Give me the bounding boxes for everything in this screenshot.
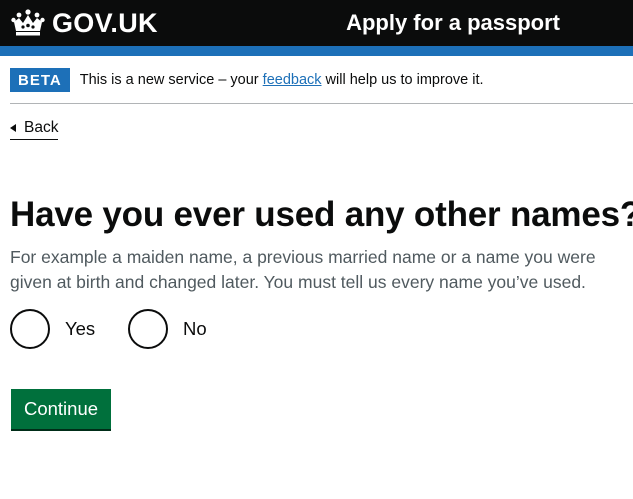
- phase-banner: BETA This is a new service – your feedba…: [10, 56, 633, 104]
- page-title: Have you ever used any other names?: [10, 195, 633, 234]
- feedback-link[interactable]: feedback: [263, 72, 322, 88]
- beta-tag: BETA: [10, 67, 70, 92]
- chevron-left-icon: [10, 124, 16, 132]
- site-header: GOV.UK Apply for a passport: [0, 0, 633, 46]
- radio-label-yes[interactable]: Yes: [65, 317, 95, 341]
- continue-button[interactable]: Continue: [11, 389, 111, 429]
- hint-text: For example a maiden name, a previous ma…: [10, 247, 596, 292]
- crown-icon: [10, 8, 46, 38]
- radio-button-no[interactable]: [128, 309, 168, 349]
- service-name-link[interactable]: Apply for a passport: [346, 9, 560, 37]
- radio-option-no[interactable]: No: [128, 309, 207, 349]
- govuk-logo-link[interactable]: GOV.UK: [10, 7, 158, 39]
- phase-text-before: This is a new service – your: [79, 71, 263, 88]
- back-link-label: Back: [24, 119, 59, 136]
- radio-button-yes[interactable]: [10, 309, 50, 349]
- back-link[interactable]: Back: [10, 118, 59, 140]
- phase-banner-text: This is a new service – your feedback wi…: [80, 70, 484, 90]
- phase-text-after: will help us to improve it.: [321, 71, 484, 88]
- header-stripe: [0, 46, 633, 56]
- radio-label-no[interactable]: No: [183, 317, 207, 341]
- logo-text: GOV.UK: [52, 8, 158, 38]
- radio-option-yes[interactable]: Yes: [10, 309, 95, 349]
